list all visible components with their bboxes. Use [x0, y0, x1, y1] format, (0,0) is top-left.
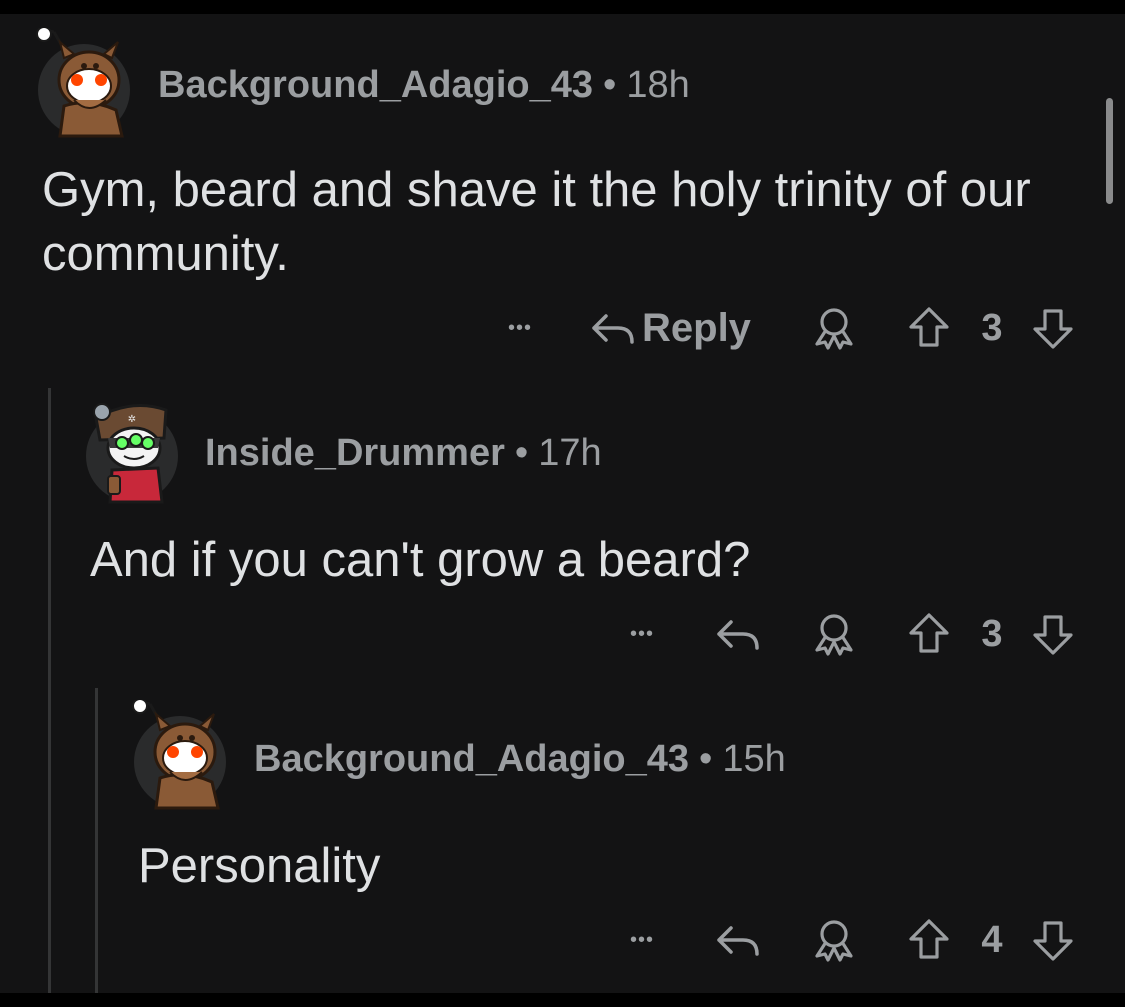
- comment-body: Personality: [138, 839, 381, 893]
- downvote-button[interactable]: [1028, 300, 1078, 356]
- thread-line-level-1[interactable]: [48, 388, 51, 998]
- reply-label: Reply: [642, 305, 751, 350]
- scrollbar[interactable]: [1106, 98, 1113, 204]
- top-bar: [0, 0, 1125, 14]
- more-options-icon: •••: [507, 316, 532, 339]
- downvote-arrow-icon: [1033, 309, 1073, 349]
- more-options-button[interactable]: •••: [618, 606, 666, 662]
- reply-arrow-icon: [592, 314, 634, 344]
- more-options-icon: •••: [629, 928, 654, 951]
- upvote-arrow-icon: [909, 307, 949, 347]
- comment-actions: ••• 4: [0, 912, 1125, 968]
- reply-button[interactable]: [712, 606, 764, 662]
- avatar[interactable]: ✲: [82, 388, 182, 504]
- downvote-button[interactable]: [1028, 606, 1078, 662]
- upvote-arrow-icon: [909, 613, 949, 653]
- comment-meta: Background_Adagio_43 • 15h: [254, 738, 786, 781]
- award-button[interactable]: [808, 606, 860, 662]
- separator-dot: •: [603, 64, 617, 106]
- award-icon: [815, 308, 853, 350]
- award-icon: [815, 920, 853, 962]
- award-icon: [815, 614, 853, 656]
- username[interactable]: Background_Adagio_43: [158, 64, 593, 106]
- more-options-icon: •••: [629, 622, 654, 645]
- separator-dot: •: [514, 432, 529, 474]
- bottom-bar: [0, 993, 1125, 1007]
- more-options-button[interactable]: •••: [618, 912, 666, 968]
- comment-body: And if you can't grow a beard?: [90, 533, 751, 587]
- award-button[interactable]: [808, 912, 860, 968]
- timestamp: 17h: [538, 432, 602, 474]
- timestamp: 15h: [722, 738, 786, 780]
- upvote-button[interactable]: [904, 300, 954, 356]
- drummer-avatar-icon: ✲: [86, 403, 178, 504]
- username[interactable]: Inside_Drummer: [205, 432, 505, 474]
- vote-count: 3: [981, 612, 1003, 655]
- comment-actions: ••• Reply 3: [0, 300, 1125, 356]
- username[interactable]: Background_Adagio_43: [254, 738, 689, 780]
- downvote-arrow-icon: [1033, 615, 1073, 655]
- avatar[interactable]: [34, 26, 134, 138]
- comment-actions: ••• 3: [0, 606, 1125, 662]
- comment-body: Gym, beard and shave it the holy trinity…: [42, 163, 1031, 281]
- upvote-button[interactable]: [904, 912, 954, 968]
- award-button[interactable]: [808, 300, 860, 356]
- owl-avatar-icon: [132, 698, 226, 810]
- reply-button[interactable]: Reply: [590, 300, 770, 356]
- downvote-button[interactable]: [1028, 912, 1078, 968]
- separator-dot: •: [699, 738, 713, 780]
- svg-text:✲: ✲: [128, 414, 136, 425]
- vote-count: 4: [981, 918, 1003, 961]
- comment-meta: Background_Adagio_43 • 18h: [158, 64, 690, 107]
- avatar[interactable]: [130, 698, 230, 810]
- timestamp: 18h: [626, 64, 690, 106]
- reply-arrow-icon: [717, 620, 759, 650]
- reply-button[interactable]: [712, 912, 764, 968]
- more-options-button[interactable]: •••: [496, 300, 544, 356]
- reply-arrow-icon: [717, 926, 759, 956]
- owl-avatar-icon: [36, 26, 130, 138]
- upvote-button[interactable]: [904, 606, 954, 662]
- downvote-arrow-icon: [1033, 921, 1073, 961]
- comment-meta: Inside_Drummer • 17h: [205, 432, 602, 475]
- upvote-arrow-icon: [909, 919, 949, 959]
- vote-count: 3: [981, 306, 1003, 349]
